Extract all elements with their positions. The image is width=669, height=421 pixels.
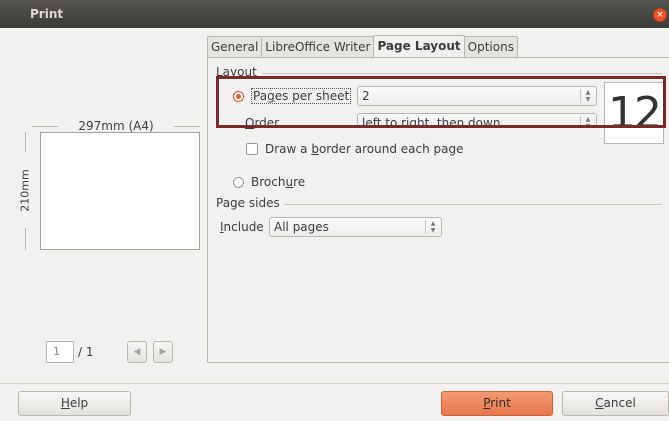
window-title: Print bbox=[30, 7, 64, 21]
layout-divider bbox=[262, 73, 662, 74]
draw-border-label[interactable]: Draw a border around each page bbox=[265, 142, 464, 156]
draw-border-checkbox[interactable] bbox=[246, 143, 258, 155]
brochure-radio[interactable] bbox=[233, 177, 244, 188]
include-value: All pages bbox=[274, 220, 329, 234]
brochure-label[interactable]: Brochure bbox=[251, 175, 305, 189]
include-label: Include bbox=[220, 220, 264, 234]
preview-height-dimension: 210mm bbox=[18, 132, 32, 250]
preview-height-label: 210mm bbox=[18, 169, 32, 212]
highlight-annotation bbox=[216, 76, 666, 128]
prev-arrow-icon: ◀ bbox=[133, 347, 141, 357]
page-total: / 1 bbox=[78, 345, 94, 359]
include-arrows-icon: ▲ ▼ bbox=[425, 220, 438, 234]
tab-libreoffice-writer[interactable]: LibreOffice Writer bbox=[261, 36, 375, 57]
tab-page-layout[interactable]: Page Layout bbox=[373, 35, 465, 58]
print-preview bbox=[40, 132, 200, 250]
tab-bar: General LibreOffice Writer Page Layout O… bbox=[207, 35, 518, 58]
button-separator bbox=[0, 383, 669, 384]
page-sides-section-label: Page sides bbox=[216, 196, 280, 210]
preview-width-dimension: 297mm (A4) bbox=[32, 119, 200, 133]
tab-options[interactable]: Options bbox=[463, 36, 518, 57]
next-page-button[interactable]: ▶ bbox=[153, 341, 173, 363]
close-icon[interactable]: × bbox=[653, 8, 667, 22]
include-select[interactable]: All pages ▲ ▼ bbox=[269, 217, 442, 237]
prev-page-button[interactable]: ◀ bbox=[127, 341, 147, 363]
page-sides-divider bbox=[284, 204, 662, 205]
next-arrow-icon: ▶ bbox=[159, 347, 167, 357]
preview-width-label: 297mm (A4) bbox=[78, 119, 154, 133]
page-number-input[interactable]: 1 bbox=[46, 341, 74, 363]
print-button[interactable]: Print bbox=[441, 391, 553, 416]
cancel-button[interactable]: Cancel bbox=[562, 391, 669, 416]
help-button[interactable]: Help bbox=[18, 391, 131, 416]
tab-general[interactable]: General bbox=[207, 36, 263, 57]
title-bar: Print × bbox=[0, 0, 669, 28]
